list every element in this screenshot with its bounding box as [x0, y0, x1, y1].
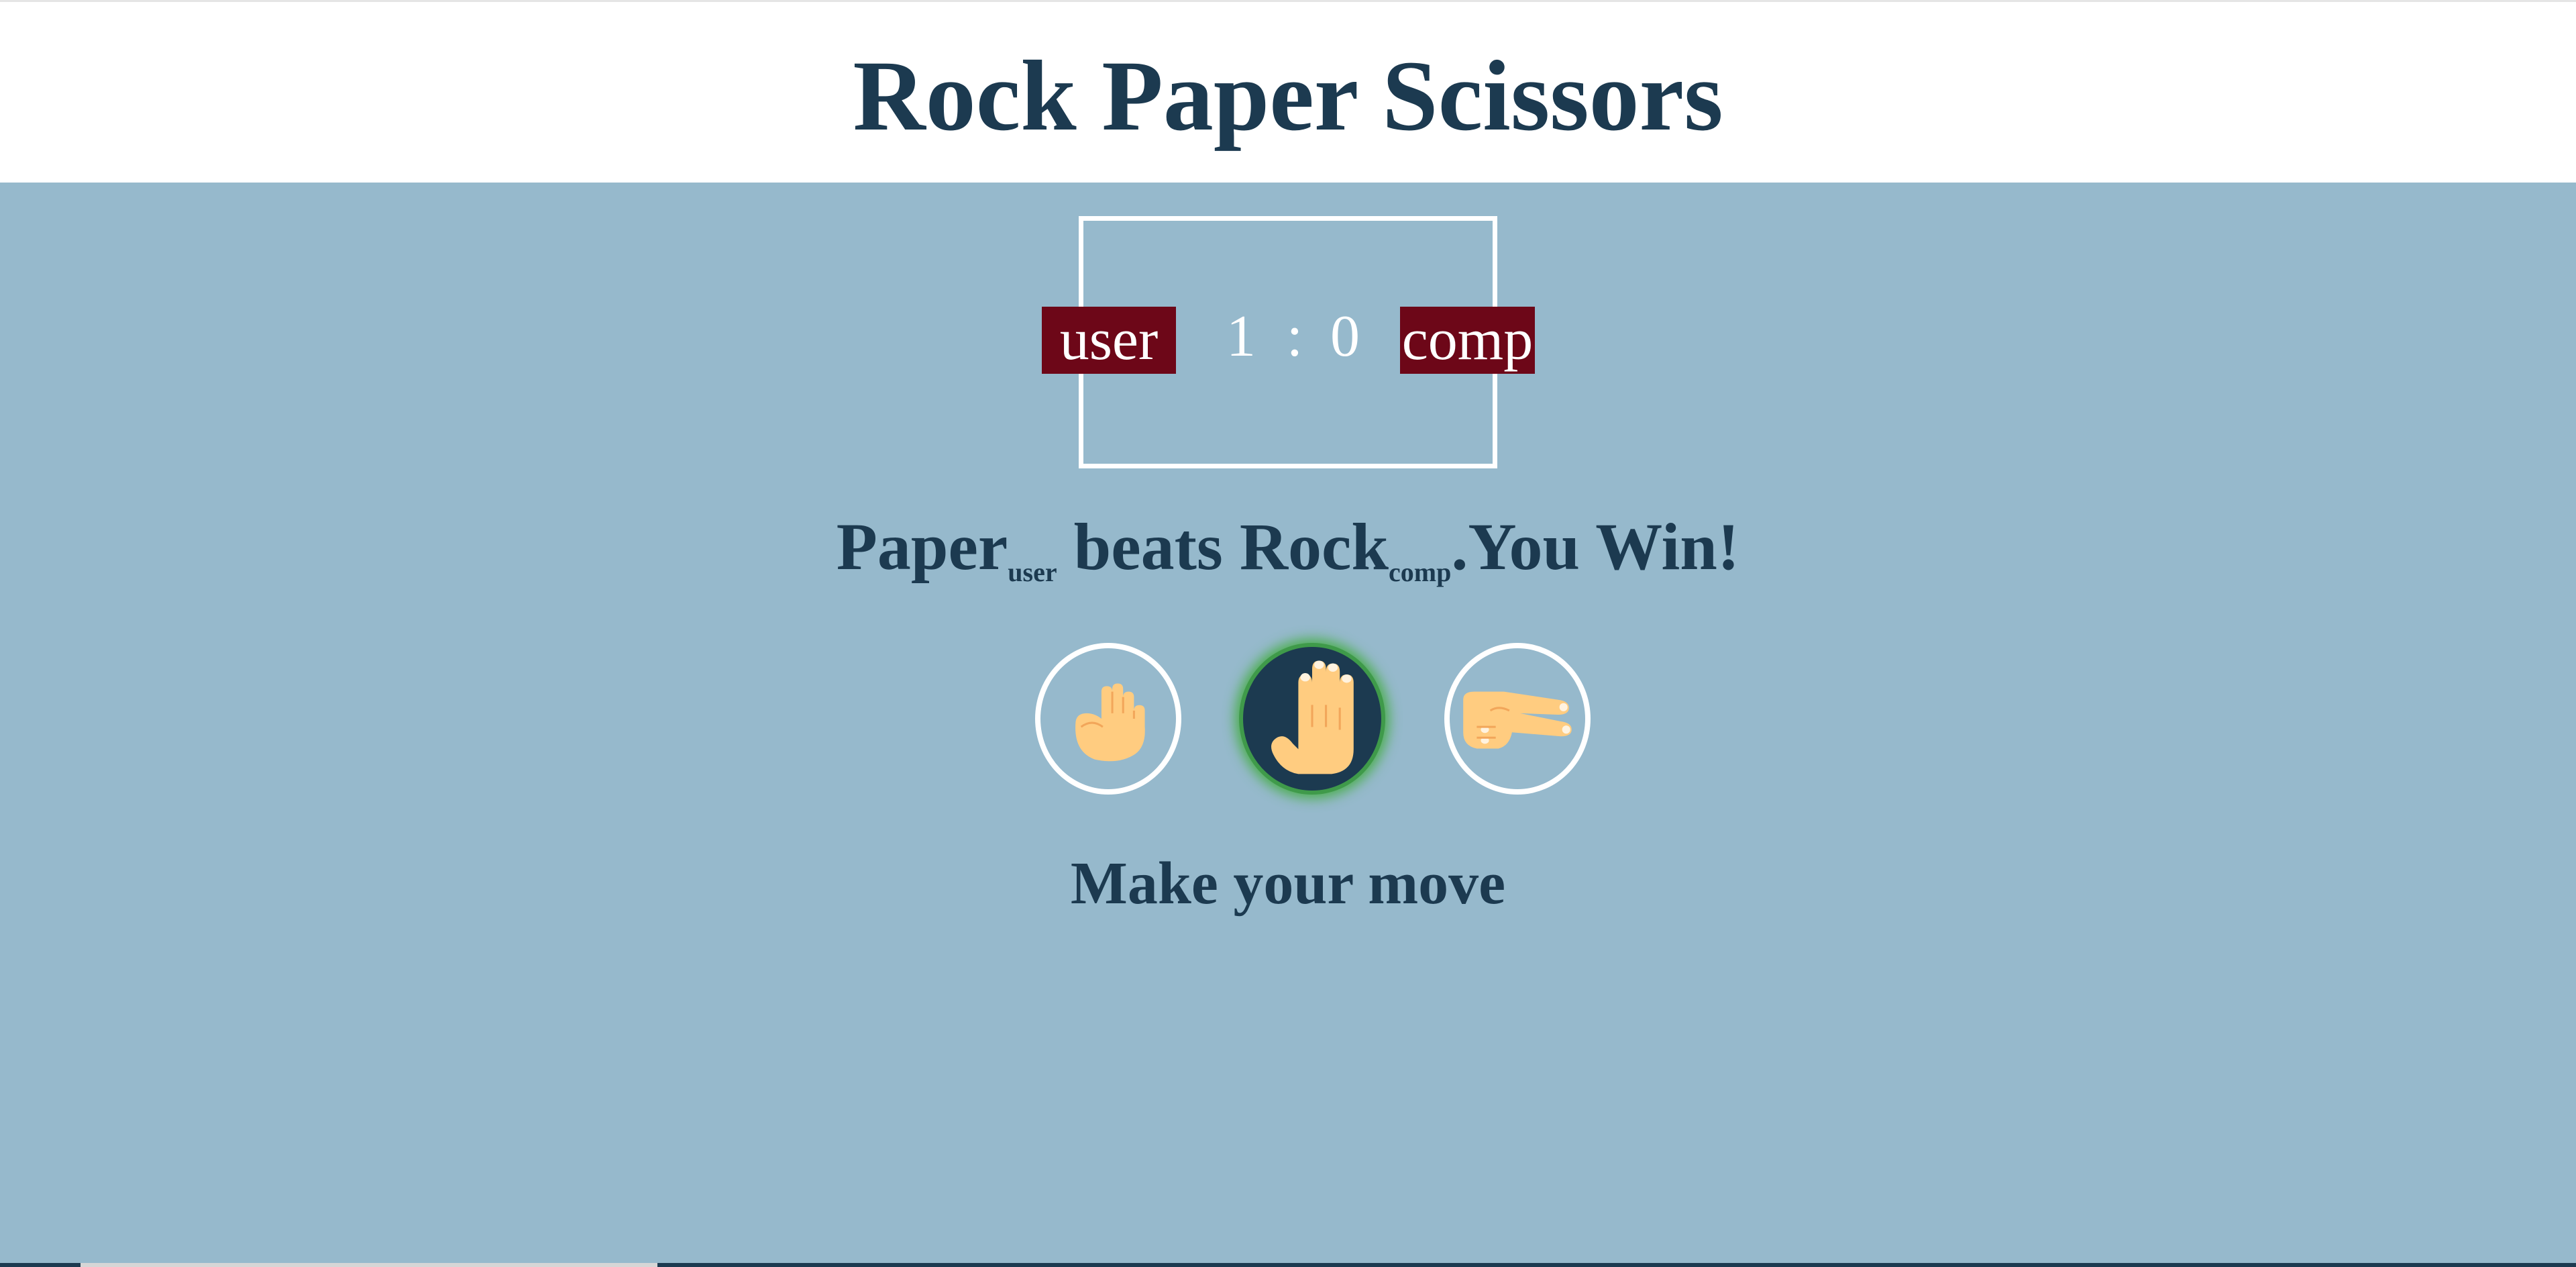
result-message: Paperuser beats Rockcomp.You Win! [0, 503, 2576, 591]
result-comp-tag: comp [1389, 557, 1452, 587]
rock-choice-button[interactable] [1035, 643, 1181, 795]
move-prompt: Make your move [1070, 850, 1506, 917]
user-score: 1 [1226, 304, 1256, 369]
scissors-choice-button[interactable] [1444, 643, 1591, 795]
result-verb: beats [1057, 509, 1240, 584]
result-outcome: .You Win! [1451, 509, 1740, 584]
comp-label-badge: comp [1400, 307, 1535, 374]
result-comp-move: Rock [1239, 509, 1389, 584]
score-separator: : [1286, 304, 1303, 369]
open-hand-icon [1271, 660, 1354, 774]
scrollbar-thumb[interactable] [80, 1263, 657, 1267]
paper-choice-button[interactable] [1239, 643, 1385, 795]
user-label-badge: user [1042, 307, 1176, 374]
page-title: Rock Paper Scissors [853, 40, 1723, 152]
result-user-tag: user [1008, 557, 1057, 587]
header: Rock Paper Scissors [0, 0, 2576, 183]
app-root: Rock Paper Scissors user 1 : 0 comp Pape… [0, 0, 2576, 1267]
result-user-move: Paper [836, 509, 1008, 584]
comp-score: 0 [1330, 304, 1360, 369]
peace-hand-icon [1463, 691, 1572, 749]
fist-hand-icon [1075, 683, 1145, 762]
horizontal-scrollbar[interactable] [0, 1263, 2576, 1267]
game-area: user 1 : 0 comp Paperuser beats Rockcomp… [0, 183, 2576, 1267]
